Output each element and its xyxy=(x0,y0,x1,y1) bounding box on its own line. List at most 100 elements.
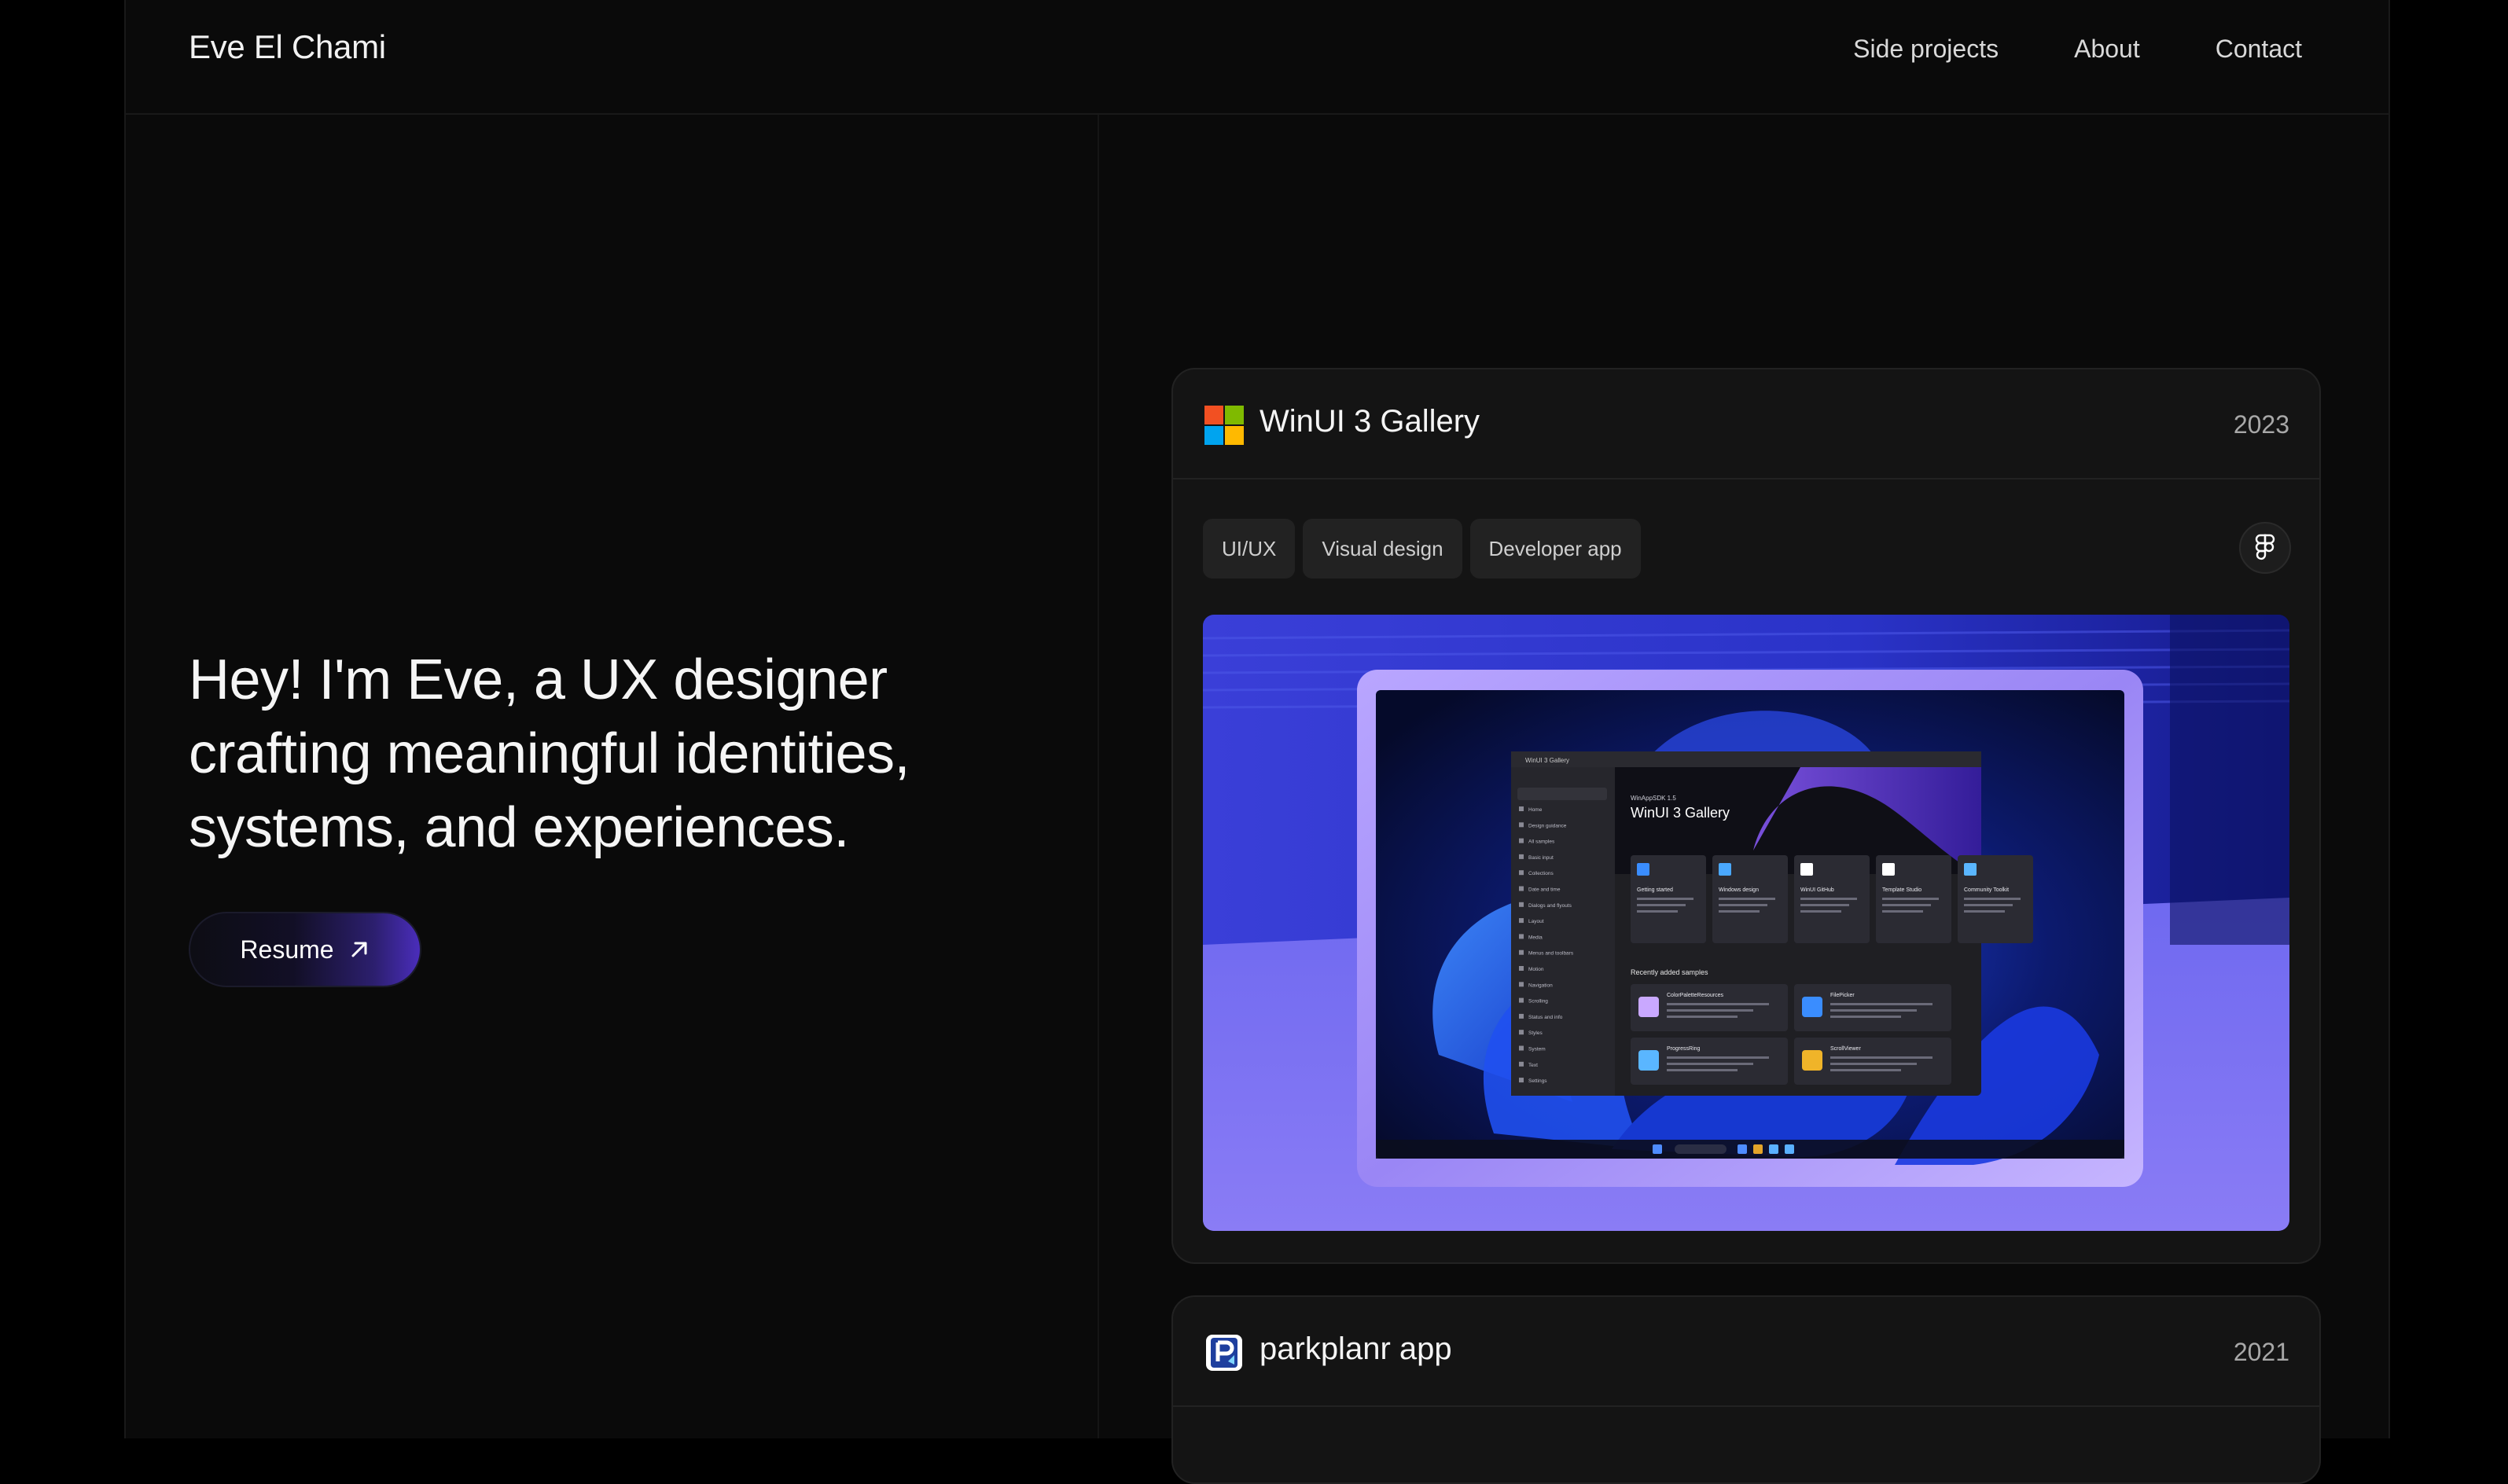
svg-text:Recently added samples: Recently added samples xyxy=(1631,968,1708,976)
project-card-header: WinUI 3 Gallery 2023 xyxy=(1173,369,2319,479)
mock-recent-text-line xyxy=(1830,1016,1901,1018)
mock-recent-text-line xyxy=(1667,1069,1738,1071)
parkplanr-logo-icon xyxy=(1206,1335,1242,1371)
svg-text:WinAppSDK 1.5: WinAppSDK 1.5 xyxy=(1631,795,1676,802)
figma-link-button[interactable] xyxy=(2239,522,2291,574)
tag-visual-design: Visual design xyxy=(1303,519,1462,579)
hero-heading: Hey! I'm Eve, a UX designer crafting mea… xyxy=(189,643,1054,865)
mock-nav-item: Layout xyxy=(1528,919,1544,924)
mock-nav-item: All samples xyxy=(1528,839,1555,845)
mock-tile-icon xyxy=(1719,863,1731,876)
mock-nav-icon xyxy=(1519,1061,1524,1067)
resume-label: Resume xyxy=(240,935,334,964)
mock-nav-icon xyxy=(1519,822,1524,828)
mock-recent-label: ColorPaletteResources xyxy=(1667,993,1723,998)
mock-nav-icon xyxy=(1519,806,1524,811)
mock-nav-item: Design guidance xyxy=(1528,823,1567,828)
mock-tile-text-line xyxy=(1800,898,1857,900)
mock-recent-label: FilePicker xyxy=(1830,993,1855,998)
mock-nav-icon xyxy=(1519,886,1524,891)
mock-tile-text-line xyxy=(1882,910,1923,913)
mock-recent-label: ProgressRing xyxy=(1667,1046,1701,1052)
mock-nav-item: Styles xyxy=(1528,1030,1543,1036)
mock-tile-text-line xyxy=(1637,910,1678,913)
mock-nav-icon xyxy=(1519,1030,1524,1035)
mock-nav-icon xyxy=(1519,1013,1524,1019)
nav-side-projects[interactable]: Side projects xyxy=(1853,35,1999,64)
mock-tile-text-line xyxy=(1637,898,1693,900)
winui-gallery-mockup: WinUI 3 Gallery Home Design guidance All s… xyxy=(1203,615,2289,1231)
mock-nav-item: Collections xyxy=(1528,871,1554,876)
mock-nav-item: System xyxy=(1528,1047,1546,1052)
project-card-parkplanr[interactable]: parkplanr app 2021 xyxy=(1171,1295,2321,1484)
mock-nav-item: Status and info xyxy=(1528,1015,1563,1020)
mock-nav-item: Date and time xyxy=(1528,887,1561,893)
mock-tile-text-line xyxy=(1964,904,2013,906)
mock-nav-icon xyxy=(1519,918,1524,924)
mock-nav-item: Home xyxy=(1528,807,1543,813)
hero-line-1: Hey! I'm Eve, a UX designer xyxy=(189,648,888,711)
site-header: Eve El Chami Side projects About Contact xyxy=(126,0,2388,115)
mock-nav-item: Media xyxy=(1528,935,1543,940)
mock-tile-label: Windows design xyxy=(1719,887,1759,893)
mock-nav-icon xyxy=(1519,902,1524,907)
column-divider xyxy=(1098,115,1099,1438)
svg-text:WinUI 3 Gallery: WinUI 3 Gallery xyxy=(1631,805,1730,821)
nav-about[interactable]: About xyxy=(2074,35,2140,64)
mock-recent-text-line xyxy=(1667,1016,1738,1018)
mock-nav-item: Text xyxy=(1528,1063,1538,1068)
mock-recent-text-line xyxy=(1830,1063,1917,1065)
page: Eve El Chami Side projects About Contact… xyxy=(124,0,2390,1484)
project-card-header: parkplanr app 2021 xyxy=(1173,1297,2319,1407)
mock-nav-item: Navigation xyxy=(1528,983,1553,988)
mock-tile-label: Community Toolkit xyxy=(1964,887,2009,893)
svg-text:WinUI 3 Gallery: WinUI 3 Gallery xyxy=(1525,757,1569,764)
mock-recent-text-line xyxy=(1830,1003,1932,1005)
microsoft-logo-icon xyxy=(1204,406,1244,445)
mock-recent-text-line xyxy=(1830,1009,1917,1012)
main-nav: Side projects About Contact xyxy=(1853,35,2302,64)
mock-recent-text-line xyxy=(1830,1056,1932,1059)
tag-developer-app: Developer app xyxy=(1469,519,1641,579)
mock-nav-icon xyxy=(1519,934,1524,939)
mock-tile-text-line xyxy=(1637,904,1686,906)
mock-recent-text-line xyxy=(1667,1063,1753,1065)
mock-nav-item: Scrolling xyxy=(1528,999,1548,1005)
project-title: WinUI 3 Gallery xyxy=(1260,404,1480,439)
hero-line-2: crafting meaningful identities, xyxy=(189,722,910,785)
mock-recent-icon xyxy=(1802,997,1822,1017)
project-year: 2021 xyxy=(2233,1338,2289,1366)
project-tags: UI/UX Visual design Developer app xyxy=(1203,519,1641,579)
mock-recent-text-line xyxy=(1667,1003,1769,1005)
project-card-winui[interactable]: WinUI 3 Gallery 2023 UI/UX Visual design… xyxy=(1171,368,2321,1264)
site-name-link[interactable]: Eve El Chami xyxy=(189,28,386,66)
figma-icon xyxy=(2255,534,2275,560)
arrow-up-right-icon xyxy=(351,942,367,957)
mock-nav-item: Dialogs and flyouts xyxy=(1528,903,1572,909)
mock-nav-icon xyxy=(1519,1078,1524,1083)
mock-tile-text-line xyxy=(1964,898,2021,900)
mock-recent-icon xyxy=(1802,1050,1822,1071)
mock-tile-text-line xyxy=(1882,898,1939,900)
mock-tile-text-line xyxy=(1719,904,1767,906)
mock-nav-icon xyxy=(1519,870,1524,876)
mock-recent-text-line xyxy=(1667,1009,1753,1012)
resume-button[interactable]: Resume xyxy=(189,912,421,987)
project-title: parkplanr app xyxy=(1260,1332,1452,1366)
mock-tile-icon xyxy=(1637,863,1649,876)
mock-tile-label: Template Studio xyxy=(1882,887,1921,893)
mock-tile-label: Getting started xyxy=(1637,887,1673,893)
mock-recent-text-line xyxy=(1667,1056,1769,1059)
mock-tile-label: WinUI GitHub xyxy=(1800,887,1834,893)
mock-tile-icon xyxy=(1964,863,1977,876)
mock-nav-icon xyxy=(1519,1045,1524,1051)
app-window: WinUI 3 Gallery Home Design guidance All s… xyxy=(1511,751,2033,1096)
nav-contact[interactable]: Contact xyxy=(2216,35,2302,64)
mock-tile-text-line xyxy=(1800,904,1849,906)
mock-tile-text-line xyxy=(1882,904,1931,906)
mock-nav-icon xyxy=(1519,950,1524,955)
project-preview-image[interactable]: WinUI 3 Gallery Home Design guidance All s… xyxy=(1203,615,2289,1231)
mock-nav-icon xyxy=(1519,966,1524,971)
mock-recent-icon xyxy=(1638,997,1659,1017)
mock-nav-item: Motion xyxy=(1528,967,1544,972)
